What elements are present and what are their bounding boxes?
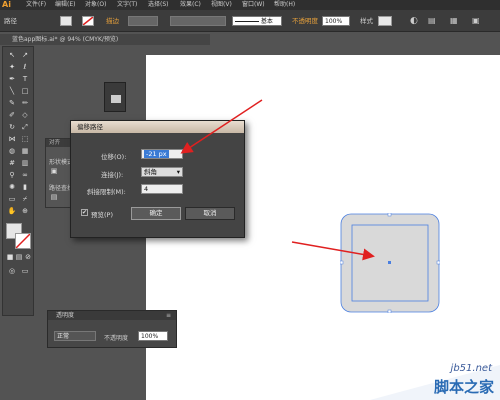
watermark-site: jb51.net bbox=[450, 363, 492, 374]
watermark: jb51.net 脚本之家 bbox=[340, 360, 500, 400]
watermark-brand: 脚本之家 bbox=[433, 378, 494, 396]
arrow-to-offset bbox=[180, 99, 263, 154]
arrow-to-shape bbox=[291, 241, 375, 261]
annotation-arrows bbox=[180, 99, 375, 261]
